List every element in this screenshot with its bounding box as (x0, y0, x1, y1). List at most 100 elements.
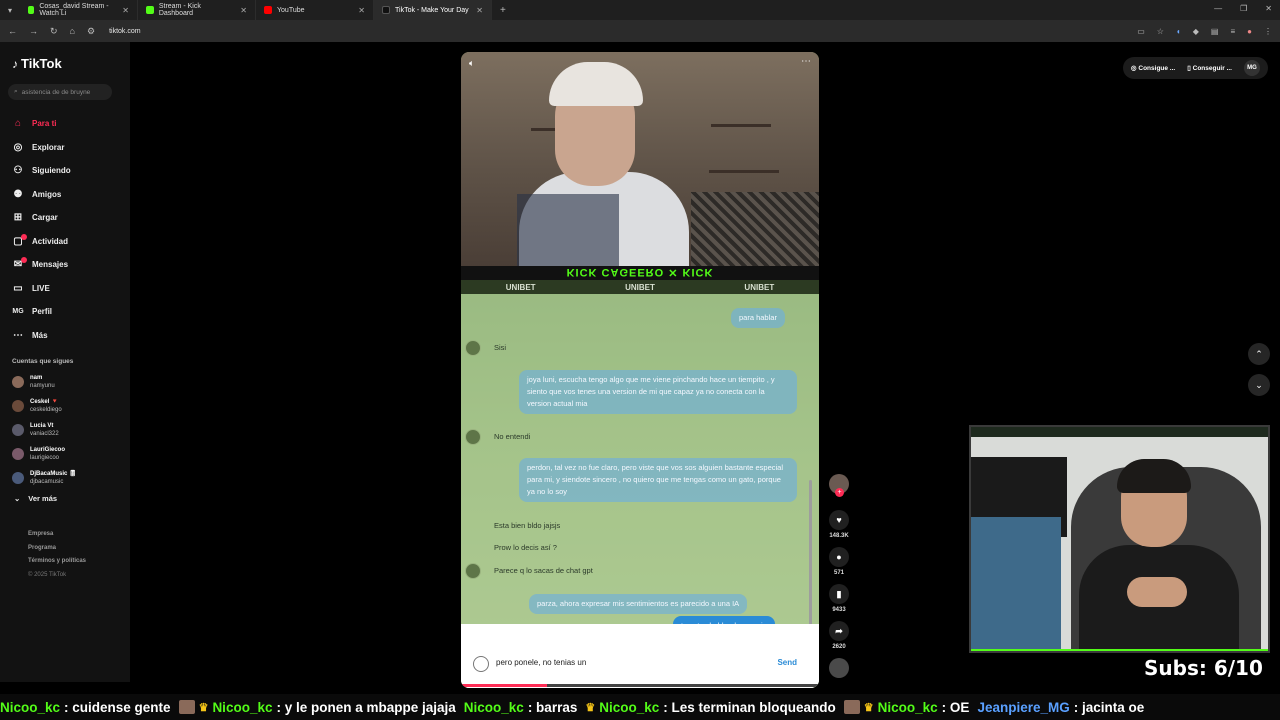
ticker-username: Nicoo_kc (463, 699, 524, 715)
bookmark-star-icon[interactable]: ☆ (1157, 27, 1164, 36)
get-app-button[interactable]: ▯ Conseguir ... (1187, 64, 1232, 72)
avatar (12, 472, 24, 484)
more-options-icon[interactable]: ⋯ (801, 56, 811, 67)
cast-icon[interactable]: ≡ (1230, 27, 1235, 36)
message-input[interactable]: pero ponele, no tenias un (496, 658, 586, 667)
main-nav: ⌂ Para ti ◎ Explorar ⚇ Siguiendo ⚉ Amigos ⊞ C… (12, 112, 127, 347)
follow-plus-icon[interactable]: + (835, 488, 844, 497)
tiktok-favicon-icon (382, 6, 390, 14)
emote-icon (843, 700, 860, 714)
tiktok-logo[interactable]: ♪ TikTok (12, 56, 62, 71)
creator-avatar[interactable]: + (829, 474, 849, 497)
search-placeholder: asistencia de de bruyne (21, 88, 91, 96)
nav-perfil[interactable]: MG Perfil (12, 300, 127, 324)
tab-kick-stream[interactable]: Cosas_david Stream - Watch Li ✕ (20, 0, 138, 20)
followed-account[interactable]: Ceskel 🔻 ceskeldiego (12, 398, 62, 414)
window-controls: — ❐ ✕ (1214, 4, 1272, 13)
next-video-button[interactable]: ⌄ (1248, 374, 1270, 396)
close-tab-icon[interactable]: ✕ (476, 6, 483, 15)
minimize-icon[interactable]: — (1214, 4, 1222, 13)
profile-icon[interactable]: ● (1247, 27, 1252, 36)
install-icon[interactable]: ▭ (1137, 27, 1145, 36)
new-tab-button[interactable]: + (492, 5, 514, 16)
nav-label: Cargar (32, 213, 58, 223)
nav-mas[interactable]: ⋯ Más (12, 324, 127, 348)
previous-video-button[interactable]: ⌃ (1248, 343, 1270, 365)
notification-badge (21, 233, 27, 240)
reload-icon[interactable]: ↻ (50, 26, 58, 37)
close-tab-icon[interactable]: ✕ (358, 6, 365, 15)
extension-icon[interactable]: ◆ (1193, 27, 1199, 36)
nav-label: Para ti (32, 119, 57, 129)
chat-bubble-sent: joya luni, escucha tengo algo que me vie… (519, 370, 797, 414)
tab-tiktok[interactable]: TikTok - Make Your Day ✕ (374, 0, 492, 20)
save-count: 9433 (832, 607, 846, 613)
share-button[interactable]: ➦ 2620 (826, 621, 852, 650)
footer-link[interactable]: Programa (28, 542, 86, 556)
volume-icon[interactable]: 🔈︎ (469, 58, 474, 69)
message-compose-bar: pero ponele, no tenias un Send (461, 624, 819, 688)
share-count: 2620 (832, 644, 846, 650)
site-info-icon[interactable]: ⚙ (87, 26, 95, 37)
nav-label: Mensajes (32, 260, 69, 270)
more-icon: ⋯ (13, 329, 23, 341)
music-disc-icon[interactable] (829, 658, 849, 678)
tab-kick-dashboard[interactable]: Stream - Kick Dashboard ✕ (138, 0, 256, 20)
kick-favicon-icon (28, 6, 35, 14)
user-avatar[interactable]: MG (1244, 60, 1260, 76)
heart-icon: ♥ (829, 510, 849, 530)
restore-icon[interactable]: ❐ (1240, 4, 1247, 13)
ad-board-text: UNIBET (744, 282, 775, 292)
followed-account[interactable]: DjBacaMusic 🎚 djbacamusic (12, 470, 77, 486)
friends-icon: ⚉ (13, 188, 23, 200)
close-window-icon[interactable]: ✕ (1265, 4, 1272, 13)
comment-button[interactable]: ● 571 (826, 547, 852, 576)
progress-fill (461, 684, 547, 687)
nav-amigos[interactable]: ⚉ Amigos (12, 183, 127, 207)
emoji-icon[interactable] (473, 656, 489, 672)
menu-kebab-icon[interactable]: ⋮ (1264, 27, 1272, 36)
close-tab-icon[interactable]: ✕ (122, 6, 129, 15)
nav-explorar[interactable]: ◎ Explorar (12, 136, 127, 160)
followed-account[interactable]: nam namyunu (12, 374, 55, 390)
nav-live[interactable]: ▭ LIVE (12, 277, 127, 301)
search-input[interactable]: ⌕ asistencia de de bruyne (8, 84, 112, 100)
see-more-button[interactable]: ⌄ Ver más (14, 494, 57, 503)
account-handle: vaniacl322 (30, 431, 59, 437)
followed-account[interactable]: Lucia Vt vaniacl322 (12, 422, 59, 438)
chat-scrollbar[interactable] (809, 480, 812, 630)
ticker-text: : barras (527, 699, 578, 715)
audio-icon[interactable]: ◖ (1176, 27, 1181, 36)
footer-link[interactable]: Empresa (28, 528, 86, 542)
nav-para-ti[interactable]: ⌂ Para ti (12, 112, 127, 136)
tab-title: TikTok - Make Your Day (395, 6, 469, 14)
url-field[interactable]: tiktok.com (109, 28, 141, 35)
forward-icon[interactable]: → (29, 26, 38, 36)
nav-cargar[interactable]: ⊞ Cargar (12, 206, 127, 230)
followed-account[interactable]: LauriGiecoo laurigiecoo (12, 446, 65, 462)
video-player[interactable]: KICK CAGEERO ✕ KICK UNIBET UNIBET UNIBET… (461, 52, 819, 688)
nav-actividad[interactable]: ▢ Actividad (12, 230, 127, 254)
nav-mensajes[interactable]: ✉ Mensajes (12, 253, 127, 277)
footer-link[interactable]: Términos y políticas (28, 555, 86, 569)
extensions-puzzle-icon[interactable]: ▤ (1211, 27, 1219, 36)
nav-label: Actividad (32, 236, 69, 246)
close-tab-icon[interactable]: ✕ (240, 6, 247, 15)
home-browser-icon[interactable]: ⌂ (70, 26, 75, 36)
tab-search-icon[interactable]: ▾ (0, 0, 20, 20)
save-button[interactable]: ▮ 9433 (826, 584, 852, 613)
video-progress-bar[interactable] (461, 684, 819, 687)
send-button[interactable]: Send (777, 658, 797, 667)
nav-siguiendo[interactable]: ⚇ Siguiendo (12, 159, 127, 183)
ticker-message: ♛ Nicoo_kc: Les terminan bloqueando (585, 700, 835, 715)
nav-label: LIVE (32, 283, 50, 293)
back-icon[interactable]: ← (8, 26, 17, 36)
ticker-username: Jeanpiere_MG (977, 699, 1070, 715)
get-coins-button[interactable]: ◎ Consigue ... (1131, 64, 1175, 72)
like-button[interactable]: ♥ 148.3K (826, 510, 852, 539)
streamer-webcam (969, 425, 1270, 653)
compass-icon: ◎ (13, 141, 23, 153)
chat-bubble-sent: parza, ahora expresar mis sentimientos e… (529, 594, 748, 614)
tab-youtube[interactable]: YouTube ✕ (256, 0, 374, 20)
video-actions: + ♥ 148.3K ● 571 ▮ 9433 ➦ 2620 (826, 474, 852, 678)
